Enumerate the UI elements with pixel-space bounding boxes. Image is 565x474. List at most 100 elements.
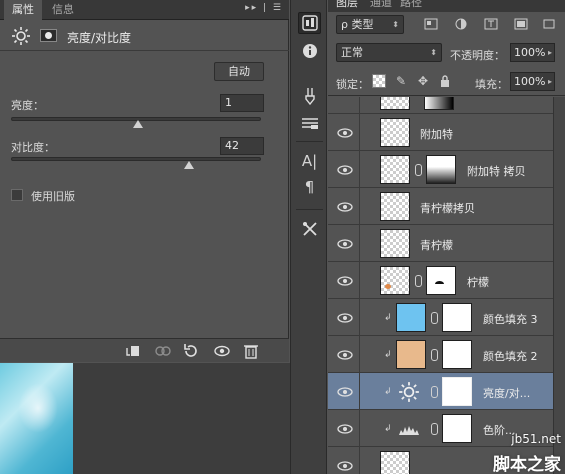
layer-thumbnail <box>380 451 410 474</box>
clipping-arrow-icon: ↲ <box>384 387 392 397</box>
filter-type-icon[interactable] <box>484 18 498 30</box>
use-legacy-checkbox[interactable] <box>11 189 23 201</box>
chevron-right-icon: ▸ <box>547 48 552 57</box>
panel-icon-strip: A| ¶ <box>290 0 327 474</box>
layer-name: 附加特 <box>420 128 453 141</box>
fill-field[interactable]: 100% ▸ <box>510 72 555 91</box>
brightness-slider-thumb[interactable] <box>132 120 143 128</box>
row-divider <box>359 188 360 225</box>
visibility-eye-icon[interactable] <box>337 239 353 249</box>
opacity-field[interactable]: 100% ▸ <box>510 43 555 62</box>
reset-icon[interactable] <box>180 342 202 360</box>
contrast-slider-track[interactable] <box>11 157 261 161</box>
visibility-eye-icon[interactable] <box>337 387 353 397</box>
link-chain-icon[interactable] <box>431 423 438 435</box>
layer-name: 青柠檬 <box>420 239 453 252</box>
layer-row[interactable]: 附加特 拷贝 <box>328 151 553 188</box>
contrast-value-field[interactable]: 42 <box>220 137 264 155</box>
properties-header: 亮度/对比度 <box>0 21 289 51</box>
brightness-label: 亮度： <box>11 99 44 112</box>
mask-thumbnail <box>442 303 472 332</box>
layer-row[interactable]: ↲ 颜色填充 2 <box>328 336 553 373</box>
lock-all-icon[interactable] <box>438 74 452 88</box>
layer-mask-icon[interactable] <box>40 29 57 42</box>
levels-histogram-icon[interactable] <box>398 418 420 440</box>
visibility-eye-icon[interactable] <box>337 424 353 434</box>
link-chain-icon[interactable] <box>431 386 438 398</box>
layer-row[interactable]: 柠檬 <box>328 262 553 299</box>
character-icon[interactable]: A| <box>298 150 321 172</box>
row-divider <box>359 114 360 151</box>
properties-panel: 属性 信息 ▸▸ | ☰ 亮度/对比度 自动 亮度： 1 对比度： 42 使用旧… <box>0 0 289 362</box>
layer-name: 青柠檬拷贝 <box>420 202 475 215</box>
layer-thumbnail <box>380 192 410 221</box>
brush-presets-icon[interactable] <box>298 85 321 107</box>
layer-row[interactable]: 附加特 <box>328 114 553 151</box>
blend-row: 正常 ⬍ 不透明度： 100% ▸ <box>328 40 565 66</box>
auto-button[interactable]: 自动 <box>214 62 264 81</box>
view-previous-icon[interactable] <box>152 342 174 360</box>
filter-adjustment-icon[interactable] <box>454 18 468 30</box>
watermark-url: jb51.net <box>511 432 561 446</box>
brush-settings-icon[interactable] <box>298 112 321 134</box>
mask-thumbnail <box>426 266 456 295</box>
canvas-background[interactable] <box>73 363 290 474</box>
fill-color-thumbnail[interactable] <box>396 340 426 369</box>
filter-smart-object-icon[interactable] <box>542 18 556 30</box>
tool-presets-icon[interactable] <box>298 218 321 240</box>
visibility-eye-icon[interactable] <box>337 128 353 138</box>
tab-channels[interactable]: 通道 <box>370 0 392 10</box>
link-chain-icon[interactable] <box>415 275 422 287</box>
contrast-slider-thumb[interactable] <box>183 161 194 169</box>
visibility-eye-icon[interactable] <box>337 461 353 471</box>
paragraph-icon[interactable]: ¶ <box>298 176 321 198</box>
lock-brush-icon[interactable]: ✎ <box>394 74 408 88</box>
layer-filter-select[interactable]: ρ 类型 ⬍ <box>336 15 404 34</box>
contrast-label: 对比度： <box>11 141 55 154</box>
row-divider <box>359 262 360 299</box>
layer-row[interactable]: 青柠檬拷贝 <box>328 188 553 225</box>
clipping-arrow-icon: ↲ <box>384 424 392 434</box>
visibility-eye-icon[interactable] <box>211 342 233 360</box>
delete-trash-icon[interactable] <box>240 342 262 360</box>
adjustments-panel-icon[interactable] <box>298 12 321 34</box>
brightness-value-field[interactable]: 1 <box>220 94 264 112</box>
visibility-eye-icon[interactable] <box>337 313 353 323</box>
link-chain-icon[interactable] <box>431 349 438 361</box>
brightness-sun-icon[interactable] <box>11 26 31 46</box>
lock-move-icon[interactable]: ✥ <box>416 74 430 88</box>
tab-layers[interactable]: 图层 <box>336 0 358 10</box>
visibility-eye-icon[interactable] <box>337 202 353 212</box>
brightness-adjustment-icon[interactable] <box>398 381 420 403</box>
layer-row-selected[interactable]: ↲ 亮度/对... <box>328 373 553 410</box>
panel-menu-icon[interactable]: ▸▸ | ☰ <box>245 3 283 13</box>
filter-shape-icon[interactable] <box>514 18 528 30</box>
mask-thumbnail <box>424 97 454 110</box>
lock-transparent-icon[interactable] <box>372 74 386 88</box>
tab-properties[interactable]: 属性 <box>4 0 42 20</box>
info-icon[interactable] <box>298 40 321 62</box>
fill-color-thumbnail[interactable] <box>396 303 426 332</box>
link-chain-icon[interactable] <box>431 312 438 324</box>
layers-scrollbar[interactable] <box>553 97 565 474</box>
blend-mode-select[interactable]: 正常 ⬍ <box>336 43 442 62</box>
layer-name: 附加特 拷贝 <box>467 165 526 178</box>
canvas-image[interactable] <box>0 363 73 474</box>
layer-row[interactable]: 青柠檬 <box>328 225 553 262</box>
layer-row[interactable]: ↲ 颜色填充 3 <box>328 299 553 336</box>
site-watermark: jb51.net 脚本之家 <box>480 432 565 474</box>
tab-info[interactable]: 信息 <box>44 0 82 20</box>
row-divider <box>359 97 360 114</box>
layer-row[interactable] <box>328 97 553 114</box>
link-chain-icon[interactable] <box>415 164 422 176</box>
visibility-eye-icon[interactable] <box>337 350 353 360</box>
opacity-value: 100% <box>514 46 546 59</box>
lock-label: 锁定： <box>336 78 369 91</box>
visibility-eye-icon[interactable] <box>337 165 353 175</box>
clip-to-layer-icon[interactable] <box>122 342 144 360</box>
filter-pixel-icon[interactable] <box>424 18 438 30</box>
tab-paths[interactable]: 路径 <box>400 0 422 10</box>
visibility-eye-icon[interactable] <box>337 276 353 286</box>
filter-label: ρ 类型 <box>341 18 374 31</box>
layers-panel: 图层 通道 路径 ρ 类型 ⬍ 正常 ⬍ 不透明度： 100% ▸ 锁定： ✎ … <box>328 0 565 474</box>
